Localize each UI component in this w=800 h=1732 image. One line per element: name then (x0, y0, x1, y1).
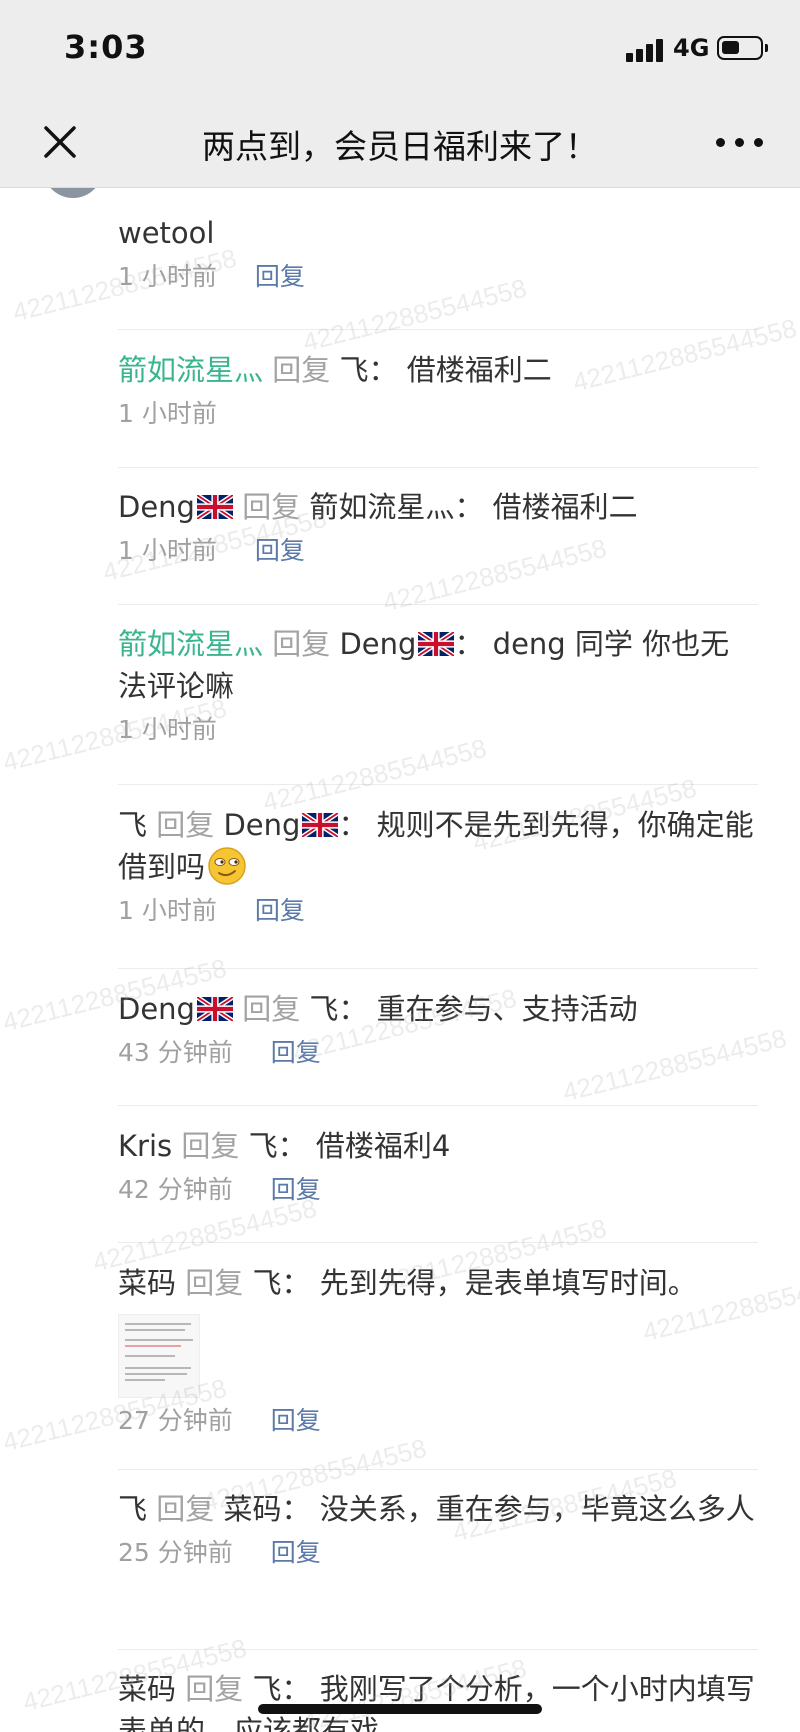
list-item: 飞 回复 菜码： 没关系，重在参与，毕竟这么多人 25 分钟前 回复 (118, 1488, 758, 1570)
uk-flag-icon (302, 813, 339, 837)
separator: ： (454, 490, 484, 524)
page-title: 两点到，会员日福利来了！ (202, 127, 598, 166)
comment-author[interactable]: 箭如流星灬 (118, 353, 263, 387)
close-icon (44, 126, 76, 158)
divider (118, 784, 758, 785)
comment-time: 1 小时前 (118, 715, 217, 744)
list-item: 箭如流星灬 回复 Deng： deng 同学 你也无法评论嘛 1 小时前 (118, 623, 758, 747)
list-item: 菜码 回复 飞： 我刚写了个分析，一个小时内填写表单的，应该都有戏 (118, 1668, 758, 1732)
reply-target[interactable]: 飞 (339, 353, 368, 387)
reply-word: 回复 (181, 1129, 240, 1163)
signal-icon (626, 38, 666, 62)
comment-content: 先到先得，是表单填写时间。 (319, 1266, 697, 1300)
reply-word: 回复 (272, 627, 331, 661)
comment-time: 43 分钟前 (118, 1038, 233, 1067)
reply-word: 回复 (185, 1266, 244, 1300)
comment-time: 1 小时前 (118, 536, 217, 565)
reply-target[interactable]: 飞 (252, 1672, 281, 1706)
comment-image-thumbnail[interactable] (118, 1314, 200, 1398)
close-button[interactable] (38, 120, 82, 164)
divider (118, 968, 758, 969)
divider (118, 1242, 758, 1243)
comment-author[interactable]: Deng (118, 992, 195, 1026)
reply-word: 回复 (242, 992, 301, 1026)
list-item: 箭如流星灬 回复 飞： 借楼福利二 1 小时前 (118, 349, 758, 431)
reply-target[interactable]: 飞 (309, 992, 338, 1026)
comment-author[interactable]: Kris (118, 1129, 172, 1163)
reply-button[interactable]: 回复 (271, 1406, 321, 1435)
comment-author[interactable]: 菜码 (118, 1266, 176, 1300)
list-item: Kris 回复 飞： 借楼福利4 42 分钟前 回复 (118, 1125, 758, 1207)
divider (118, 467, 758, 468)
comment-author[interactable]: Deng (118, 490, 195, 524)
reply-target[interactable]: 飞 (252, 1266, 281, 1300)
reply-word: 回复 (185, 1672, 244, 1706)
smirk-emoji-icon (208, 847, 246, 885)
reply-word: 回复 (156, 1492, 215, 1526)
reply-target[interactable]: Deng (339, 627, 416, 661)
comment-time: 1 小时前 (118, 262, 217, 291)
divider (118, 1649, 758, 1650)
list-item: Deng 回复 箭如流星灬： 借楼福利二 1 小时前 回复 (118, 486, 758, 568)
wechat-comments-screen: 3:03 4G 两点到，会员日福利来了！ wetool 1 小时前 回复 箭如流… (0, 0, 800, 1732)
reply-target[interactable]: 箭如流星灬 (309, 490, 454, 524)
reply-word: 回复 (272, 353, 331, 387)
status-bar: 3:03 4G (0, 0, 800, 96)
separator: ： (454, 627, 484, 661)
comment-author[interactable]: 飞 (118, 808, 147, 842)
home-indicator[interactable] (258, 1704, 542, 1714)
comment-time: 42 分钟前 (118, 1175, 233, 1204)
battery-icon (717, 36, 768, 60)
reply-button[interactable]: 回复 (255, 262, 305, 291)
separator: ： (338, 992, 368, 1026)
comment-time: 25 分钟前 (118, 1538, 233, 1567)
reply-target[interactable]: 菜码 (223, 1492, 281, 1526)
divider (118, 329, 758, 330)
comment-time: 27 分钟前 (118, 1406, 233, 1435)
separator: ： (368, 353, 398, 387)
uk-flag-icon (418, 632, 455, 656)
network-type: 4G (673, 34, 710, 62)
comment-content: 借楼福利二 (492, 490, 638, 524)
status-time: 3:03 (64, 28, 148, 66)
reply-target[interactable]: Deng (223, 808, 300, 842)
uk-flag-icon (196, 495, 233, 519)
separator: ： (338, 808, 368, 842)
comment-content: 借楼福利二 (406, 353, 552, 387)
list-item: 菜码 回复 飞： 先到先得，是表单填写时间。 27 分钟前 回复 (118, 1262, 758, 1438)
reply-button[interactable]: 回复 (271, 1038, 321, 1067)
comment-time: 1 小时前 (118, 896, 217, 925)
reply-button[interactable]: 回复 (271, 1538, 321, 1567)
nav-bar: 两点到，会员日福利来了！ (0, 96, 800, 188)
divider (118, 1105, 758, 1106)
reply-target[interactable]: 飞 (249, 1129, 278, 1163)
comment-content: 没关系，重在参与，毕竟这么多人 (319, 1492, 755, 1526)
comment-author[interactable]: 飞 (118, 1492, 147, 1526)
separator: ： (277, 1129, 307, 1163)
separator: ： (281, 1672, 311, 1706)
divider (118, 1469, 758, 1470)
reply-word: 回复 (156, 808, 215, 842)
comment-author[interactable]: 菜码 (118, 1672, 176, 1706)
uk-flag-icon (196, 997, 233, 1021)
reply-button[interactable]: 回复 (271, 1175, 321, 1204)
list-item: 飞 回复 Deng： 规则不是先到先得，你确定能借到吗 1 小时前 回复 (118, 804, 758, 928)
comment-content: wetool (118, 216, 215, 250)
reply-button[interactable]: 回复 (255, 896, 305, 925)
list-item: wetool 1 小时前 回复 (118, 212, 758, 294)
comment-time: 1 小时前 (118, 399, 217, 428)
comment-list: wetool 1 小时前 回复 箭如流星灬 回复 飞： 借楼福利二 1 小时前 D… (0, 188, 800, 1732)
reply-button[interactable]: 回复 (255, 536, 305, 565)
comment-author[interactable]: 箭如流星灬 (118, 627, 263, 661)
list-item: Deng 回复 飞： 重在参与、支持活动 43 分钟前 回复 (118, 988, 758, 1070)
avatar[interactable] (43, 188, 103, 198)
separator: ： (281, 1266, 311, 1300)
separator: ： (281, 1492, 311, 1526)
divider (118, 604, 758, 605)
reply-word: 回复 (242, 490, 301, 524)
comment-content: 重在参与、支持活动 (376, 992, 638, 1026)
more-button[interactable] (712, 120, 768, 164)
comment-content: 借楼福利4 (315, 1129, 451, 1163)
